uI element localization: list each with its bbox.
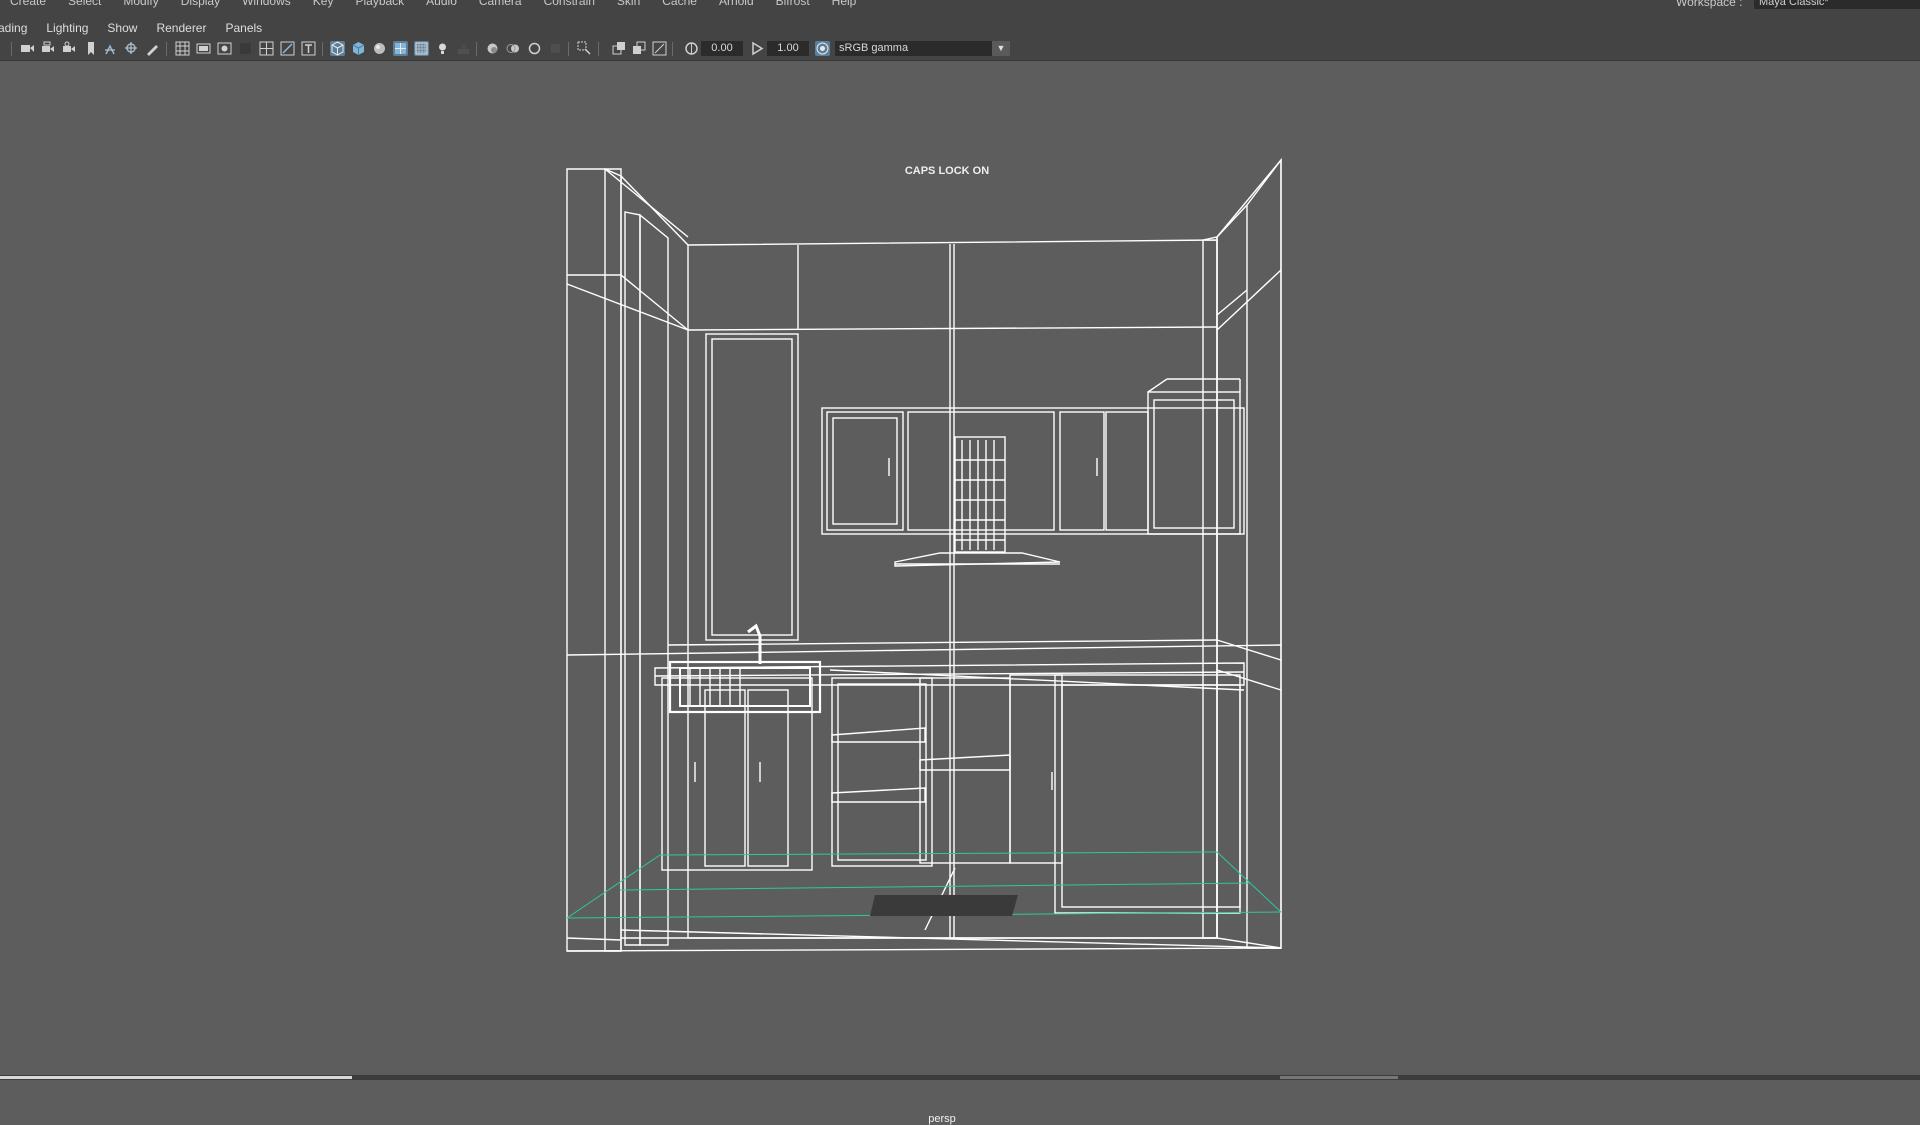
camera-select-icon[interactable] (20, 41, 35, 56)
menu-select[interactable]: Select (68, 0, 101, 8)
2d-pan-zoom-icon[interactable] (103, 41, 118, 56)
back-wall-wireframe (667, 239, 1218, 939)
menu-modify[interactable]: Modify (123, 0, 158, 8)
grid-icon[interactable] (175, 41, 190, 56)
grease-pencil-icon[interactable] (124, 41, 139, 56)
screen-space-ao-icon[interactable] (485, 41, 500, 56)
bottom-bar (0, 1075, 1920, 1080)
menu-display[interactable]: Display (181, 0, 220, 8)
toolbar-separator (476, 42, 477, 56)
main-menu-bar: Create Select Modify Display Windows Key… (0, 0, 1920, 18)
workspace-dropdown[interactable]: Maya Classic* (1754, 0, 1920, 9)
panel-menu-shading[interactable]: ading (0, 21, 27, 35)
chevron-down-icon[interactable]: ▼ (992, 41, 1010, 56)
camera-attributes-icon[interactable] (41, 41, 56, 56)
menu-constrain[interactable]: Constrain (544, 0, 595, 8)
menu-playback[interactable]: Playback (355, 0, 404, 8)
bookmarks-icon[interactable] (62, 41, 77, 56)
view-transform-value: sRGB gamma (839, 42, 909, 54)
default-material-icon[interactable] (372, 41, 387, 56)
panel-menu-show[interactable]: Show (107, 21, 137, 35)
depth-of-field-icon[interactable] (548, 41, 563, 56)
toolbar-separator (568, 42, 569, 56)
kitchen-wireframe-scene[interactable] (0, 61, 1920, 1075)
xray-active-icon[interactable] (632, 41, 647, 56)
shadows-icon[interactable] (456, 41, 471, 56)
wireframe-on-shaded-icon[interactable] (393, 41, 408, 56)
menu-cache[interactable]: Cache (662, 0, 697, 8)
menu-camera[interactable]: Camera (479, 0, 522, 8)
toolbar-separator (598, 42, 599, 56)
image-plane-icon[interactable] (83, 41, 98, 56)
exposure-icon[interactable] (684, 41, 699, 56)
safe-title-icon[interactable] (301, 41, 316, 56)
motion-blur-icon[interactable] (506, 41, 521, 56)
field-chart-icon[interactable] (259, 41, 274, 56)
smooth-shade-icon[interactable] (351, 41, 366, 56)
toolbar-separator (322, 42, 323, 56)
menu-skin[interactable]: Skin (617, 0, 640, 8)
toolbar-separator (166, 42, 167, 56)
panel-menu-lighting[interactable]: Lighting (46, 21, 88, 35)
scroll-indicator[interactable] (0, 1076, 352, 1079)
menu-windows[interactable]: Windows (242, 0, 291, 8)
wireframe-icon[interactable] (330, 41, 345, 56)
xray-icon[interactable] (414, 41, 429, 56)
scroll-handle[interactable] (1280, 1076, 1398, 1079)
xray-joints-icon[interactable] (612, 41, 627, 56)
backface-icon[interactable] (652, 41, 667, 56)
isolate-select-icon[interactable] (577, 41, 592, 56)
panel-menu-bar: ading Lighting Show Renderer Panels (0, 17, 1920, 38)
color-management-icon[interactable] (815, 41, 830, 56)
menu-create[interactable]: Create (10, 0, 46, 8)
resolution-gate-icon[interactable] (217, 41, 232, 56)
panel-toolbar: 0.00 1.00 sRGB gamma ▼ (0, 38, 1920, 61)
main-menu: Create Select Modify Display Windows Key… (10, 0, 856, 8)
upper-cabinets-wireframe (821, 378, 1245, 535)
menu-arnold[interactable]: Arnold (719, 0, 754, 8)
viewport-3d[interactable]: CAPS LOCK ON persp (0, 61, 1920, 1125)
anti-aliasing-icon[interactable] (527, 41, 542, 56)
view-transform-dropdown[interactable]: sRGB gamma ▼ (835, 41, 1010, 56)
left-wall-wireframe (566, 167, 1282, 952)
floor-shadow (870, 895, 1018, 916)
menu-key[interactable]: Key (313, 0, 334, 8)
pencil-icon[interactable] (145, 41, 160, 56)
gamma-icon[interactable] (750, 41, 765, 56)
panel-menu-renderer[interactable]: Renderer (156, 21, 206, 35)
range-hood-wireframe (894, 436, 1061, 567)
menu-audio[interactable]: Audio (426, 0, 457, 8)
menu-help[interactable]: Help (832, 0, 857, 8)
use-all-lights-icon[interactable] (435, 41, 450, 56)
gamma-field[interactable]: 1.00 (767, 41, 809, 56)
right-wall-wireframe (1202, 157, 1282, 949)
toolbar-separator (11, 42, 12, 56)
menu-bifrost[interactable]: Bifrost (776, 0, 810, 8)
camera-name-label: persp (928, 1113, 956, 1125)
panel-menu-panels[interactable]: Panels (225, 21, 262, 35)
film-gate-icon[interactable] (196, 41, 211, 56)
workspace-label: Workspace : (1676, 0, 1743, 9)
gate-mask-icon[interactable] (238, 41, 253, 56)
toolbar-separator (672, 42, 673, 56)
exposure-field[interactable]: 0.00 (701, 41, 743, 56)
tall-window-wireframe (705, 333, 799, 641)
safe-action-icon[interactable] (280, 41, 295, 56)
